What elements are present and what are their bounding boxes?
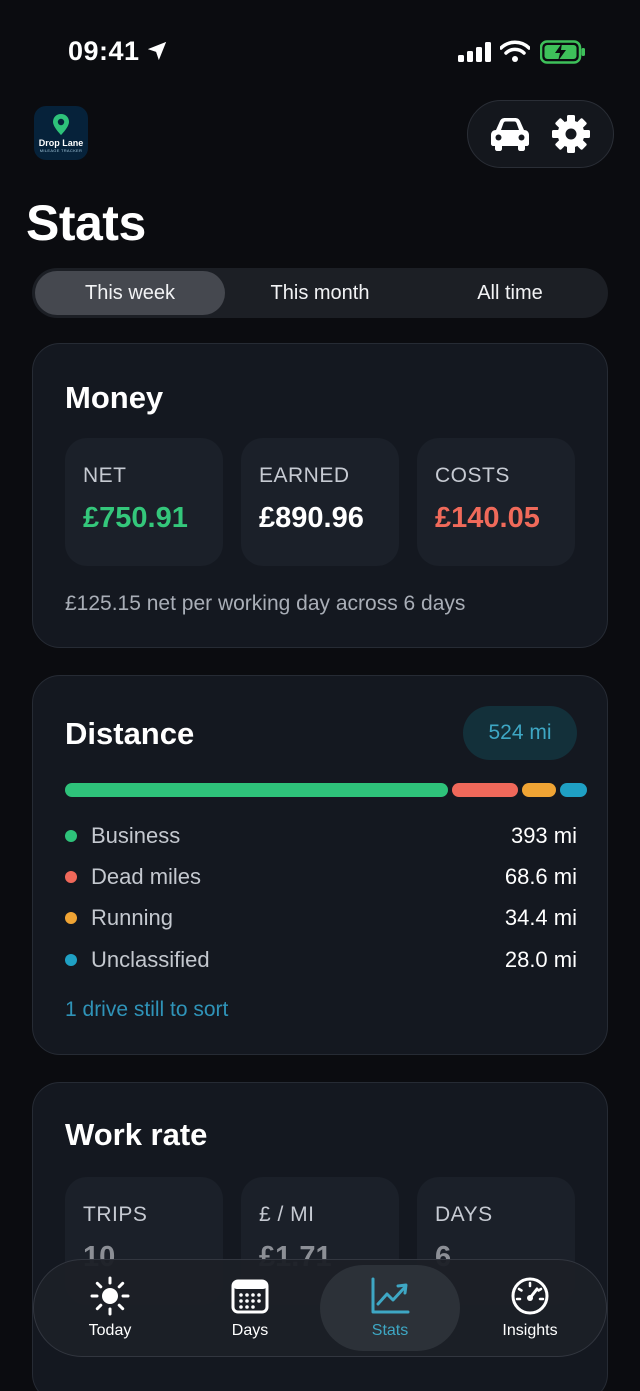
wifi-icon	[500, 40, 530, 62]
nav-stats[interactable]: Stats	[320, 1265, 460, 1351]
nav-today[interactable]: Today	[40, 1265, 180, 1351]
distance-total-badge: 524 mi	[463, 706, 577, 760]
top-action-group	[467, 100, 614, 168]
distance-breakdown-bar	[65, 783, 587, 797]
cellular-signal-icon	[458, 42, 491, 62]
legend-business: Business 393 mi	[65, 821, 577, 851]
status-time: 09:41	[68, 36, 140, 66]
unclassified-label: Unclassified	[91, 947, 210, 972]
settings-button[interactable]	[547, 110, 595, 158]
running-dot	[65, 912, 77, 924]
calendar-icon	[231, 1279, 269, 1314]
app-logo: Drop Lane MILEAGE TRACKER	[34, 106, 88, 160]
legend-dead-miles: Dead miles 68.6 mi	[65, 862, 577, 892]
distance-bar-segment-business	[65, 783, 448, 797]
running-value: 34.4 mi	[504, 905, 577, 930]
running-label: Running	[91, 905, 173, 930]
bottom-nav: Today Days Stats Insights	[33, 1259, 607, 1357]
period-this-week[interactable]: This week	[35, 271, 225, 315]
net-value: £750.91	[83, 502, 188, 534]
period-this-month[interactable]: This month	[225, 271, 415, 315]
battery-charging-icon	[540, 40, 585, 64]
logo-name: Drop Lane	[38, 138, 84, 148]
map-pin-icon	[53, 114, 69, 135]
dead-miles-value: 68.6 mi	[504, 864, 577, 889]
per-mile-label: £ / MI	[259, 1203, 315, 1226]
period-selector: This week This month All time	[32, 268, 608, 318]
unclassified-dot	[65, 954, 77, 966]
earned-tile: EARNED £890.96	[241, 438, 399, 566]
dead-miles-dot	[65, 871, 77, 883]
page-title: Stats	[26, 195, 146, 251]
sort-drives-link[interactable]: 1 drive still to sort	[65, 998, 228, 1022]
speedometer-icon	[511, 1277, 549, 1315]
work-rate-title: Work rate	[65, 1117, 208, 1152]
days-label: DAYS	[435, 1203, 493, 1226]
money-title: Money	[65, 380, 164, 415]
nav-days[interactable]: Days	[180, 1265, 320, 1351]
distance-title: Distance	[65, 716, 195, 751]
vehicle-button[interactable]	[486, 110, 534, 158]
earned-value: £890.96	[259, 502, 364, 534]
business-label: Business	[91, 823, 181, 848]
nav-insights[interactable]: Insights	[460, 1265, 600, 1351]
distance-bar-segment-dead-miles	[451, 783, 519, 797]
location-arrow-icon	[147, 41, 167, 61]
gear-icon	[551, 115, 590, 153]
nav-insights-label: Insights	[502, 1322, 558, 1339]
net-label: NET	[83, 464, 127, 487]
unclassified-value: 28.0 mi	[504, 947, 577, 972]
trips-label: TRIPS	[83, 1203, 148, 1226]
distance-bar-segment-running	[522, 783, 556, 797]
costs-value: £140.05	[435, 502, 540, 534]
money-summary: £125.15 net per working day across 6 day…	[65, 592, 466, 615]
logo-tagline: MILEAGE TRACKER	[39, 148, 83, 153]
business-value: 393 mi	[510, 823, 577, 848]
car-icon	[491, 118, 530, 151]
net-tile: NET £750.91	[65, 438, 223, 566]
distance-card: Distance 524 mi Business 393 mi Dead mil…	[32, 675, 608, 1055]
earned-label: EARNED	[259, 464, 350, 487]
costs-label: COSTS	[435, 464, 510, 487]
money-card: Money NET £750.91 EARNED £890.96 COSTS £…	[32, 343, 608, 648]
business-dot	[65, 830, 77, 842]
status-bar: 09:41	[0, 0, 640, 100]
legend-unclassified: Unclassified 28.0 mi	[65, 945, 577, 975]
nav-today-label: Today	[88, 1322, 132, 1339]
period-all-time[interactable]: All time	[415, 271, 605, 315]
nav-stats-label: Stats	[371, 1322, 409, 1339]
dead-miles-label: Dead miles	[91, 864, 202, 889]
nav-days-label: Days	[231, 1322, 269, 1339]
legend-running: Running 34.4 mi	[65, 903, 577, 933]
costs-tile: COSTS £140.05	[417, 438, 575, 566]
chart-icon	[371, 1277, 410, 1314]
sun-icon	[90, 1276, 130, 1316]
distance-bar-segment-unclassified	[559, 783, 587, 797]
